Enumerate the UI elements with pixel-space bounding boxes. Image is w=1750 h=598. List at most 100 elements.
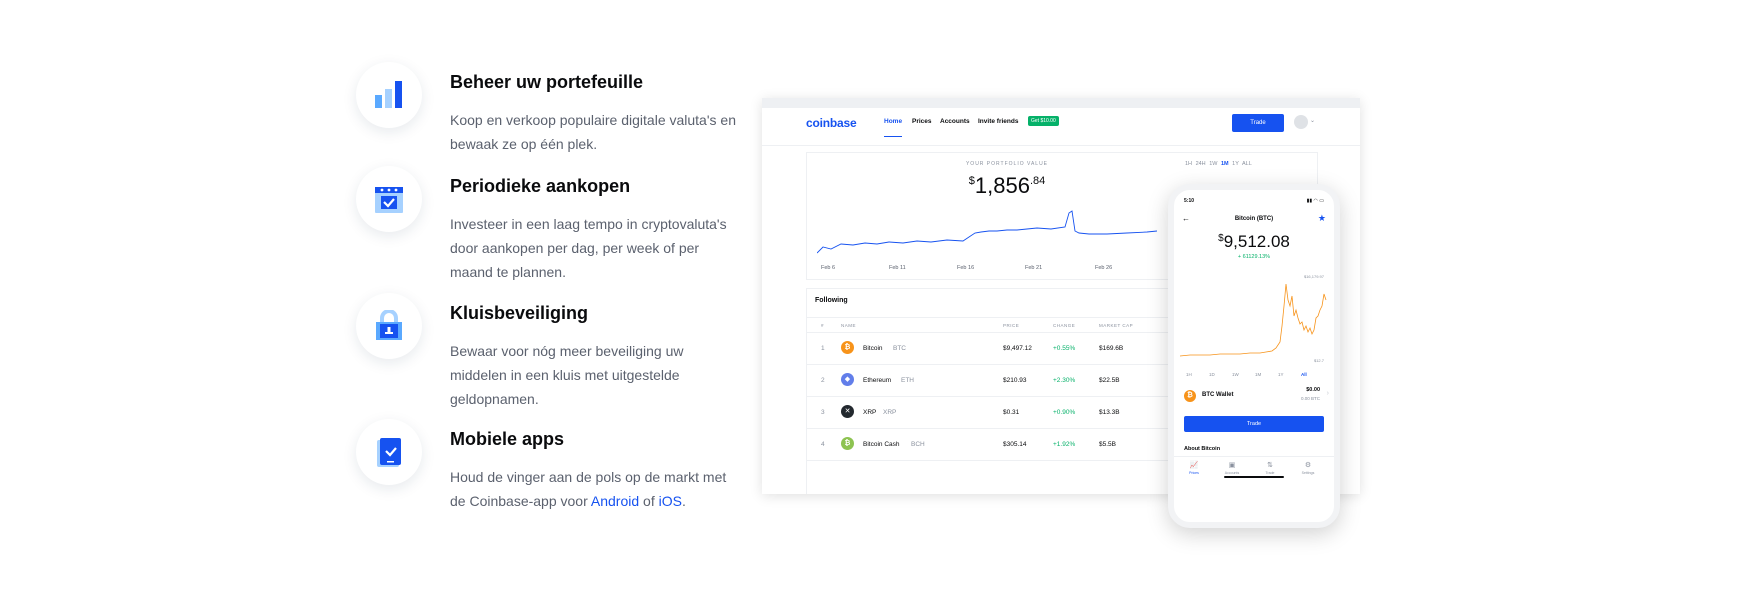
asset-change: + 61129.13% bbox=[1237, 254, 1271, 260]
col-name: NAME bbox=[841, 323, 857, 328]
row-change: +1.92% bbox=[1053, 441, 1076, 448]
home-indicator bbox=[1224, 476, 1284, 478]
tab-settings[interactable]: ⚙ Settings bbox=[1293, 461, 1323, 475]
mobile-app-preview: 5:10 ▮▮ ◠ ▭ ← Bitcoin (BTC) ★ $9,512.08 … bbox=[1168, 184, 1340, 528]
portfolio-value: $1,856.84 bbox=[807, 173, 1207, 199]
row-change: +0.90% bbox=[1053, 409, 1076, 416]
row-cap: $22.5B bbox=[1099, 377, 1120, 384]
chart-icon: 📈 bbox=[1189, 462, 1199, 469]
feature-title: Kluisbeveiliging bbox=[450, 303, 589, 323]
portfolio-cents: .84 bbox=[1029, 175, 1046, 187]
feature-desc: Koop en verkoop populaire digitale valut… bbox=[450, 112, 736, 152]
bitcoin-cash-icon: ₿ bbox=[841, 437, 854, 450]
row-cap: $5.5B bbox=[1099, 441, 1116, 448]
row-name: Bitcoin Cash bbox=[863, 441, 900, 448]
nav-active-indicator bbox=[884, 136, 902, 137]
tab-label: Accounts bbox=[1224, 471, 1240, 475]
trade-button[interactable]: Trade bbox=[1184, 416, 1324, 432]
row-num: 1 bbox=[821, 345, 825, 352]
signal-wifi-battery-icon: ▮▮ ◠ ▭ bbox=[1306, 198, 1324, 204]
row-name: Bitcoin bbox=[863, 345, 883, 352]
bitcoin-icon: ₿ bbox=[841, 341, 854, 354]
nav-prices[interactable]: Prices bbox=[912, 118, 932, 125]
tab-label: Settings bbox=[1301, 471, 1315, 475]
invite-badge: Get $10.00 bbox=[1028, 116, 1059, 126]
range-1h[interactable]: 1H bbox=[1185, 161, 1192, 167]
top-nav: coinbase Home Prices Accounts Invite fri… bbox=[762, 108, 1360, 146]
range-1y[interactable]: 1Y bbox=[1278, 372, 1284, 377]
coinbase-logo[interactable]: coinbase bbox=[806, 116, 857, 130]
tab-accounts[interactable]: ▣ Accounts bbox=[1217, 461, 1247, 475]
table-title: Following bbox=[815, 297, 848, 304]
portfolio-line-chart bbox=[817, 210, 1157, 254]
gear-icon: ⚙ bbox=[1304, 462, 1312, 469]
chart-low-label: $12.7 bbox=[1313, 358, 1324, 363]
feature-desc: Investeer in een laag tempo in cryptoval… bbox=[450, 216, 727, 280]
tab-trade[interactable]: ⇅ Trade bbox=[1255, 461, 1285, 475]
range-24h[interactable]: 24H bbox=[1196, 161, 1206, 167]
tab-label: Prices bbox=[1189, 471, 1199, 475]
portfolio-label: YOUR PORTFOLIO VALUE bbox=[965, 161, 1049, 167]
feature-title: Mobiele apps bbox=[450, 429, 565, 449]
about-heading: About Bitcoin bbox=[1184, 446, 1221, 452]
x-tick-label: Feb 21 bbox=[1025, 265, 1043, 271]
range-1w[interactable]: 1W bbox=[1209, 161, 1217, 167]
tab-bar: 📈 Prices ▣ Accounts ⇅ Trade ⚙ Settings bbox=[1174, 456, 1334, 486]
chevron-down-icon[interactable]: ⌄ bbox=[1310, 117, 1315, 124]
range-1m[interactable]: 1M bbox=[1255, 372, 1261, 377]
row-num: 2 bbox=[821, 377, 825, 384]
range-1d[interactable]: 1D bbox=[1209, 372, 1215, 377]
wallet-name[interactable]: BTC Wallet bbox=[1202, 392, 1233, 398]
range-1m[interactable]: 1M bbox=[1221, 161, 1229, 167]
bitcoin-icon: ₿ bbox=[1184, 390, 1196, 402]
row-cap: $169.6B bbox=[1099, 345, 1124, 352]
feature-desc-text: of bbox=[639, 493, 659, 509]
bar-chart-icon bbox=[356, 62, 422, 128]
range-all[interactable]: ALL bbox=[1242, 161, 1252, 167]
col-price: PRICE bbox=[1003, 323, 1020, 328]
feature-desc-text: . bbox=[681, 493, 686, 509]
nav-accounts[interactable]: Accounts bbox=[940, 118, 970, 125]
range-1w[interactable]: 1W bbox=[1232, 372, 1239, 377]
trade-icon: ⇅ bbox=[1267, 462, 1273, 469]
star-icon[interactable]: ★ bbox=[1318, 213, 1326, 224]
feature-desc: Bewaar voor nóg meer beveiliging uw midd… bbox=[450, 343, 684, 407]
feature-desc: Houd de vinger aan de pols op de markt m… bbox=[450, 465, 740, 513]
row-name: Ethereum bbox=[863, 377, 892, 384]
tab-prices[interactable]: 📈 Prices bbox=[1179, 461, 1209, 475]
row-num: 3 bbox=[821, 409, 825, 416]
row-ticker: BTC bbox=[893, 345, 906, 352]
currency-symbol: $ bbox=[1218, 233, 1224, 244]
ethereum-icon: ◆ bbox=[841, 373, 854, 386]
xrp-icon: ✕ bbox=[841, 405, 854, 418]
android-link[interactable]: Android bbox=[591, 493, 639, 509]
row-num: 4 bbox=[821, 441, 825, 448]
trade-button[interactable]: Trade bbox=[1232, 114, 1284, 132]
row-price: $9,497.12 bbox=[1003, 345, 1032, 352]
asset-title: Bitcoin (BTC) bbox=[1234, 216, 1274, 222]
currency-symbol: $ bbox=[968, 175, 975, 187]
nav-invite-friends[interactable]: Invite friends bbox=[978, 118, 1018, 125]
nav-home[interactable]: Home bbox=[884, 118, 902, 125]
x-tick-label: Feb 16 bbox=[957, 265, 975, 271]
ios-link[interactable]: iOS bbox=[659, 493, 682, 509]
wallet-icon: ▣ bbox=[1228, 462, 1236, 469]
row-cap: $13.3B bbox=[1099, 409, 1120, 416]
asset-price: $9,512.08 bbox=[1174, 232, 1334, 252]
mobile-phone-icon bbox=[356, 419, 422, 485]
tab-label: Trade bbox=[1265, 471, 1275, 475]
range-1y[interactable]: 1Y bbox=[1232, 161, 1239, 167]
avatar[interactable] bbox=[1294, 115, 1308, 129]
row-price: $305.14 bbox=[1003, 441, 1027, 448]
range-1h[interactable]: 1H bbox=[1186, 372, 1192, 377]
range-all[interactable]: All bbox=[1301, 372, 1307, 377]
row-change: +2.30% bbox=[1053, 377, 1076, 384]
status-time: 5:10 bbox=[1184, 198, 1195, 204]
range-selector: 1H 24H 1W 1M 1Y ALL bbox=[1185, 161, 1252, 167]
x-tick-label: Feb 26 bbox=[1095, 265, 1113, 271]
col-change: CHANGE bbox=[1053, 323, 1076, 328]
row-price: $0.31 bbox=[1003, 409, 1020, 416]
chevron-right-icon[interactable]: › bbox=[1327, 390, 1329, 397]
feature-title: Beheer uw portefeuille bbox=[450, 72, 644, 92]
row-ticker: ETH bbox=[901, 377, 914, 384]
